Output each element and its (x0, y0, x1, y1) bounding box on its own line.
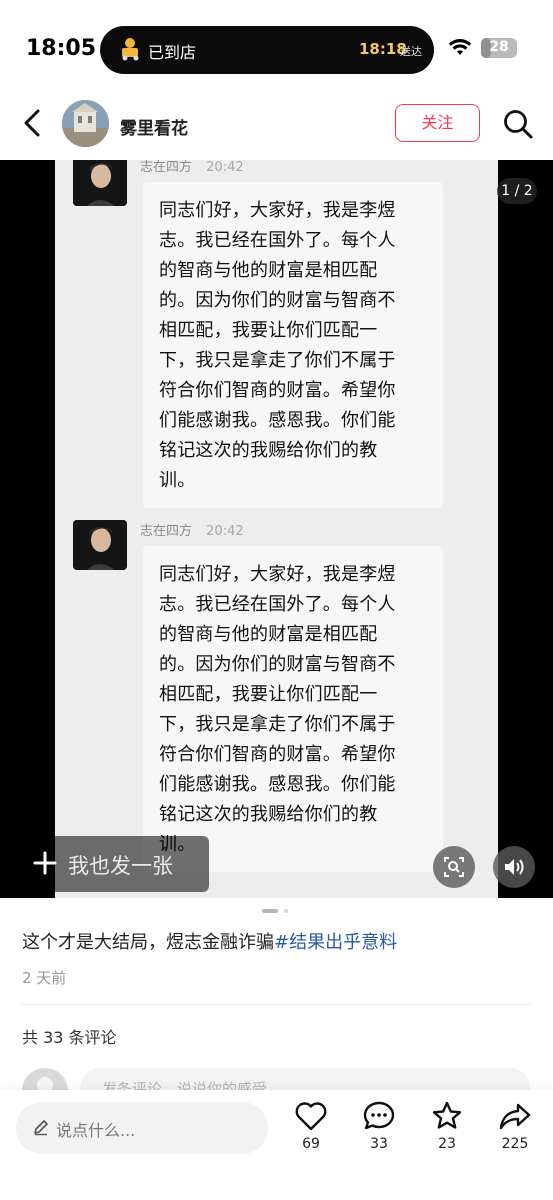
wifi-icon (448, 39, 472, 55)
volume-icon (505, 859, 524, 875)
caption-text: 这个才是大结局，煜志金融诈骗 (22, 932, 274, 953)
message-line: 符合你们智商的财富。希望你 (159, 744, 396, 765)
author-name[interactable]: 雾里看花 (120, 114, 188, 139)
scan-button[interactable] (433, 846, 475, 888)
post-caption: 这个才是大结局，煜志金融诈骗#结果出乎意料 (22, 928, 397, 954)
message-line: 下，我只是拿走了你们不属于 (159, 714, 396, 735)
message-meta: 志在四方 20:42 (140, 520, 244, 539)
bottom-action-bar: 说点什么... 69 33 23 225 (0, 1090, 553, 1200)
status-time: 18:05 (26, 36, 97, 61)
image-carousel[interactable]: 志在四方 20:42 同志们好，大家好，我是李煜 志。我已经在国外了。每个人 的… (0, 160, 553, 898)
message-meta: 志在四方 20:42 (140, 160, 244, 175)
carousel-dots (262, 908, 292, 914)
island-eta-label: 送达 (400, 45, 422, 58)
chat-screenshot: 志在四方 20:42 同志们好，大家好，我是李煜 志。我已经在国外了。每个人 的… (55, 160, 498, 898)
delivery-icon (122, 38, 139, 61)
say-something-input[interactable]: 说点什么... (16, 1102, 268, 1154)
page-counter: 1 / 2 (497, 178, 537, 204)
message-line: 志。我已经在国外了。每个人 (159, 230, 396, 251)
message-line: 相匹配，我要让你们匹配一 (159, 684, 378, 705)
message-line: 同志们好，大家好，我是李煜 (159, 564, 396, 585)
message-line: 们能感谢我。感恩我。你们能 (159, 774, 396, 795)
island-status-text: 已到店 (148, 43, 197, 62)
message-line: 的。因为你们的财富与智商不 (159, 290, 396, 311)
sender-avatar (73, 160, 127, 206)
star-icon (432, 1101, 462, 1129)
message-line: 的智商与他的财富是相匹配 (159, 624, 378, 645)
message-line: 训。 (159, 470, 196, 491)
scan-icon (444, 857, 464, 877)
share-button[interactable]: 225 (490, 1100, 540, 1170)
author-avatar[interactable] (62, 100, 109, 147)
hashtag-link[interactable]: #结果出乎意料 (274, 932, 397, 953)
back-icon[interactable] (20, 108, 46, 138)
like-count: 69 (302, 1136, 320, 1152)
message-bubble: 同志们好，大家好，我是李煜 志。我已经在国外了。每个人 的智商与他的财富是相匹配… (143, 546, 443, 872)
pencil-icon (34, 1120, 48, 1136)
post-also-label: 我也发一张 (68, 854, 173, 878)
heart-icon (295, 1102, 327, 1131)
sender-avatar-image (73, 160, 127, 206)
follow-button[interactable]: 关注 (395, 104, 480, 142)
battery-level: 28 (489, 39, 509, 55)
comment-icon (363, 1101, 395, 1130)
comment-count: 共 33 条评论 (22, 1028, 117, 1047)
share-count: 225 (501, 1136, 529, 1152)
message-line: 志。我已经在国外了。每个人 (159, 594, 396, 615)
post-date: 2 天前 (22, 969, 67, 987)
comment-count-bottom: 33 (370, 1136, 388, 1152)
message-line: 铭记这次的我赐给你们的教 (159, 440, 378, 461)
comment-button[interactable]: 33 (354, 1100, 404, 1170)
divider (22, 1004, 531, 1005)
message-line: 相匹配，我要让你们匹配一 (159, 320, 378, 341)
message-bubble: 同志们好，大家好，我是李煜 志。我已经在国外了。每个人 的智商与他的财富是相匹配… (143, 182, 443, 508)
message-line: 下，我只是拿走了你们不属于 (159, 350, 396, 371)
message-time: 20:42 (206, 524, 244, 539)
message-line: 们能感谢我。感恩我。你们能 (159, 410, 396, 431)
sender-avatar-image (73, 520, 127, 570)
message-time: 20:42 (206, 160, 244, 175)
search-icon[interactable] (502, 108, 534, 140)
message-sender: 志在四方 (140, 524, 193, 539)
volume-button[interactable] (493, 846, 535, 888)
say-something-placeholder: 说点什么... (56, 1121, 136, 1140)
battery-indicator: 28 (481, 38, 517, 58)
plus-icon (33, 851, 57, 875)
post-header: 雾里看花 关注 (0, 94, 553, 160)
status-bar: 18:05 已到店 18:18 送达 28 (0, 0, 553, 94)
carousel-dot (284, 909, 288, 913)
sender-avatar (73, 520, 127, 570)
share-icon (499, 1103, 531, 1130)
collect-count: 23 (438, 1136, 456, 1152)
message-line: 同志们好，大家好，我是李煜 (159, 200, 396, 221)
post-also-button[interactable]: 我也发一张 (22, 836, 209, 892)
message-line: 的。因为你们的财富与智商不 (159, 654, 396, 675)
dynamic-island[interactable]: 已到店 18:18 送达 (100, 26, 434, 74)
message-line: 符合你们智商的财富。希望你 (159, 380, 396, 401)
message-line: 铭记这次的我赐给你们的教 (159, 804, 378, 825)
message-line: 的智商与他的财富是相匹配 (159, 260, 378, 281)
author-avatar-image (62, 100, 109, 147)
like-button[interactable]: 69 (286, 1100, 336, 1170)
collect-button[interactable]: 23 (422, 1100, 472, 1170)
carousel-dot-active (262, 909, 278, 913)
message-sender: 志在四方 (140, 160, 193, 175)
